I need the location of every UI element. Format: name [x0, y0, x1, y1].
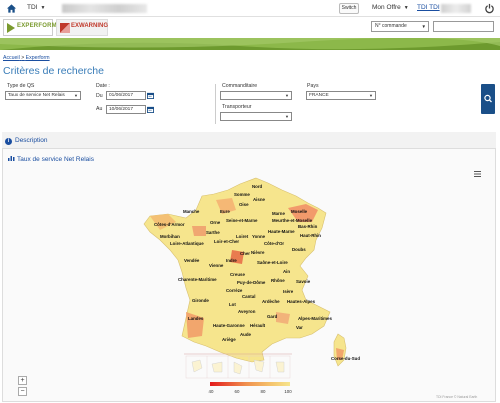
dept-label: Morbihan	[160, 234, 180, 239]
dept-label: Eure	[220, 209, 230, 214]
dept-label: Vendée	[184, 258, 200, 263]
dept-label: Isère	[283, 289, 294, 294]
dept-label: Seine-et-Marne	[226, 218, 258, 223]
region-patch-gard	[276, 312, 290, 324]
dept-label: Meurthe-et-Moselle	[272, 218, 313, 223]
dept-label: Oise	[239, 202, 249, 207]
dept-label: Manche	[183, 209, 200, 214]
dept-label: Côtes-d'Armor	[154, 222, 185, 227]
dept-label: Loire-Atlantique	[170, 241, 204, 246]
dept-label: Creuse	[230, 272, 245, 277]
dept-label: Haut-Rhin	[300, 233, 321, 238]
dept-label: Landes	[188, 316, 204, 321]
dept-label: Ain	[283, 269, 290, 274]
dept-label: Moselle	[291, 209, 308, 214]
dept-label: Alpes-Maritimes	[298, 316, 332, 321]
dept-label: Corse-du-Sud	[331, 356, 360, 361]
dept-label: Gironde	[192, 298, 209, 303]
dept-label: Indre	[226, 258, 237, 263]
dept-label: Haute-Garonne	[213, 323, 245, 328]
dept-label: Yonne	[252, 234, 266, 239]
dept-label: Sarthe	[206, 230, 220, 235]
dept-label: Vienne	[209, 263, 224, 268]
dept-label: Hérault	[250, 323, 266, 328]
dept-label: Corrèze	[226, 288, 243, 293]
legend-gradient	[210, 382, 290, 386]
legend-tick-100: 100	[284, 389, 292, 394]
dept-label: Côte-d'Or	[264, 241, 284, 246]
dept-label: Ardèche	[262, 299, 280, 304]
dept-label: Haute-Marne	[268, 229, 295, 234]
zoom-out-button[interactable]: −	[18, 387, 27, 396]
dept-label: Loir-et-Cher	[214, 239, 239, 244]
dept-label: Aisne	[253, 197, 266, 202]
dept-label: Doubs	[292, 247, 306, 252]
legend-tick-40: 40	[209, 389, 214, 394]
dept-label: Gard	[267, 314, 278, 319]
dept-label: Orne	[210, 220, 221, 225]
dept-label: Savoie	[296, 279, 311, 284]
legend-tick-60: 60	[235, 389, 240, 394]
dept-label: Cher	[240, 251, 250, 256]
dept-label: Saône-et-Loire	[257, 260, 288, 265]
dept-label: Bas-Rhin	[298, 224, 318, 229]
dept-label: Marne	[272, 211, 285, 216]
dept-label: Var	[296, 325, 303, 330]
dept-label: Nord	[252, 184, 263, 189]
dept-label: Aude	[240, 332, 252, 337]
dept-label: Puy-de-Dôme	[237, 280, 266, 285]
dept-label: Nièvre	[251, 250, 265, 255]
dept-label: Rhône	[271, 278, 285, 283]
dept-label: Ariège	[222, 337, 236, 342]
color-legend: 40 60 80 100	[209, 382, 292, 394]
legend-tick-80: 80	[261, 389, 266, 394]
dept-label: Lot	[229, 302, 236, 307]
region-patch-morbihan	[192, 226, 206, 236]
zoom-in-button[interactable]: +	[18, 376, 27, 385]
france-map: Nord Somme Aisne Oise Manche Eure Mosell…	[143, 177, 360, 394]
dept-label: Cantal	[242, 294, 255, 299]
dept-label: Hautes-Alpes	[287, 299, 316, 304]
dept-label: Charente-Maritime	[178, 277, 217, 282]
dept-label: Aveyron	[238, 309, 256, 314]
dept-label: Somme	[234, 192, 250, 197]
map-credits: TDI France © Natural Earth	[436, 395, 478, 399]
